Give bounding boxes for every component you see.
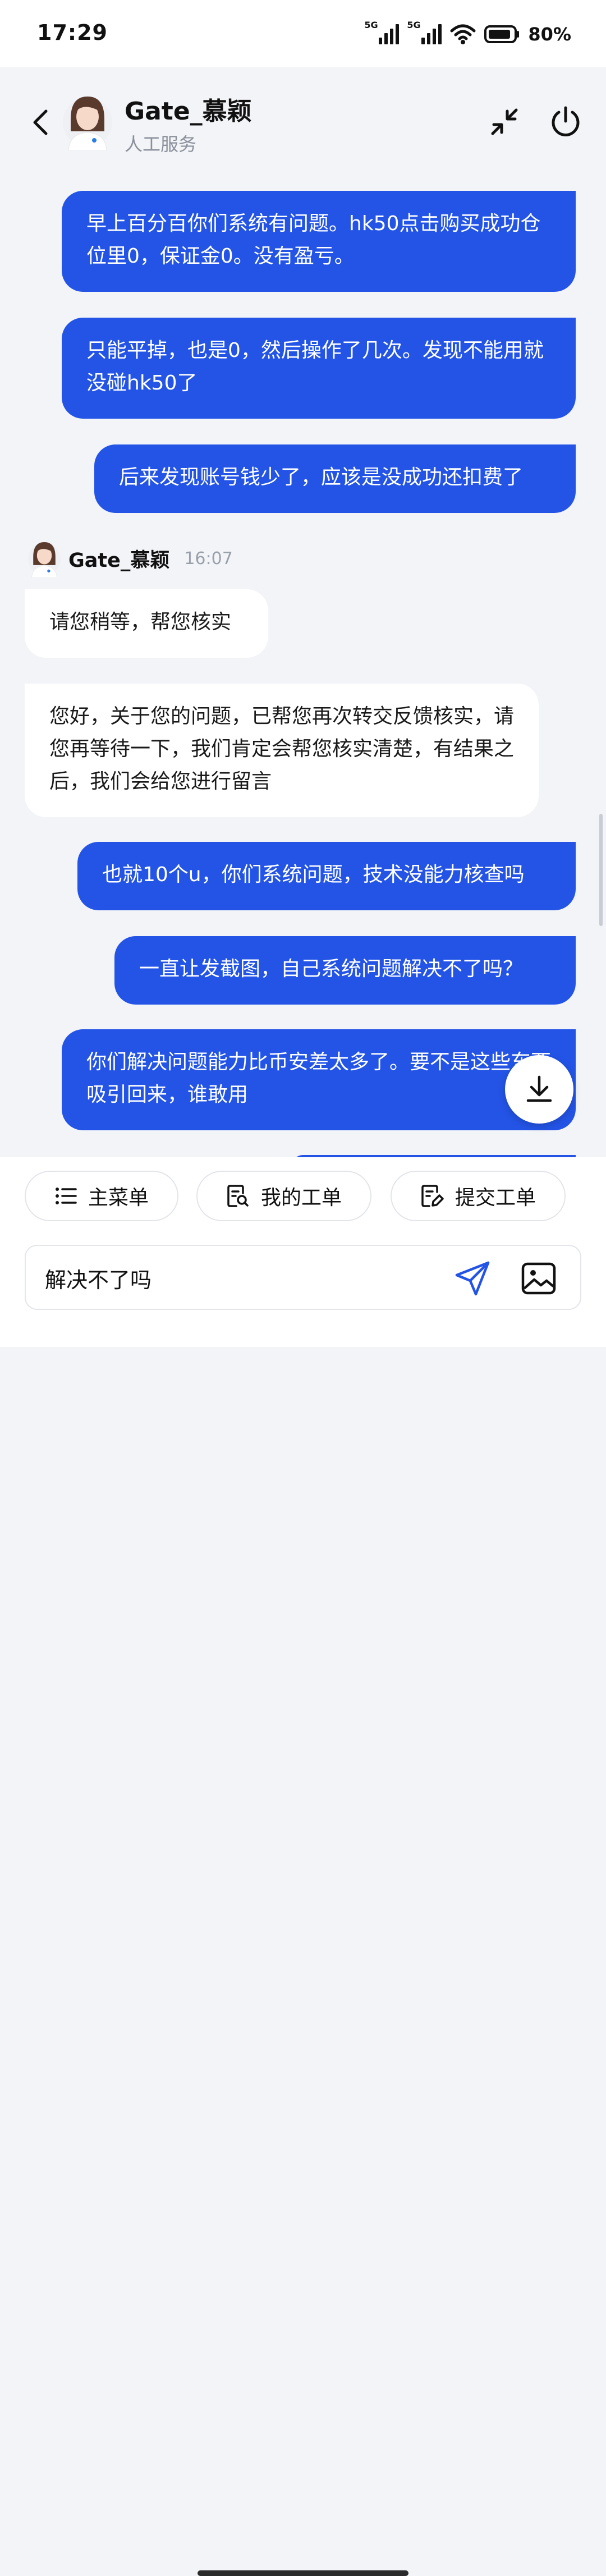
- chat-header: Gate_慕颖 人工服务: [0, 67, 606, 180]
- status-bar: 17:29 5G 5G 80%: [0, 0, 606, 67]
- my-tickets-label: 我的工单: [260, 1186, 342, 1209]
- message-composer: 解决不了吗: [0, 1241, 606, 2576]
- agent-message: 请您稍等，帮您核实: [25, 589, 268, 658]
- signal-label: 5G: [364, 20, 378, 30]
- list-icon: [55, 1188, 77, 1204]
- message-input[interactable]: 解决不了吗: [25, 1245, 581, 1310]
- user-message: 你们解决问题能力比币安差太多了。要不是这些东西吸引回来，谁敢用: [62, 1029, 576, 1130]
- back-arrow-icon[interactable]: [28, 106, 53, 139]
- avatar: [28, 542, 61, 578]
- signal-icon: 5G: [407, 20, 442, 47]
- quick-actions-bar: 主菜单 我的工单 提交工单: [0, 1157, 606, 1241]
- scrollbar[interactable]: [599, 814, 603, 926]
- user-message: 早上百分百你们系统有问题。hk50点击购买成功仓位里0，保证金0。没有盈亏。: [62, 191, 576, 292]
- minimize-icon[interactable]: [488, 106, 521, 138]
- agent-status: 人工服务: [125, 134, 197, 155]
- user-message: 也就10个u，你们系统问题，技术没能力核查吗: [77, 842, 576, 910]
- user-message: 一直让发截图，自己系统问题解决不了吗？: [114, 936, 576, 1005]
- chat-messages[interactable]: 早上百分百你们系统有问题。hk50点击购买成功仓位里0，保证金0。没有盈亏。 只…: [0, 180, 606, 1166]
- signal-label: 5G: [407, 20, 421, 30]
- agent-message-name: Gate_慕颖: [68, 549, 170, 572]
- scroll-to-bottom-button[interactable]: [505, 1055, 573, 1124]
- signal-icon: 5G: [364, 20, 400, 47]
- user-message: 只能平掉，也是0，然后操作了几次。发现不能用就没碰hk50了: [62, 318, 576, 419]
- battery-icon: [484, 25, 520, 43]
- send-icon[interactable]: [453, 1258, 493, 1298]
- status-icons: 5G 5G 80%: [364, 20, 571, 48]
- user-message: 后来发现账号钱少了，应该是没成功还扣费了: [94, 444, 576, 513]
- edit-ticket-icon: [421, 1185, 444, 1207]
- agent-message-header: Gate_慕颖 16:07: [28, 539, 233, 578]
- battery-percent: 80%: [528, 24, 571, 45]
- avatar: [63, 97, 112, 150]
- my-tickets-button[interactable]: 我的工单: [196, 1171, 371, 1221]
- agent-name: Gate_慕颖: [125, 97, 252, 126]
- ticket-search-icon: [227, 1185, 249, 1207]
- status-time: 17:29: [37, 20, 108, 45]
- download-arrow-icon: [526, 1075, 552, 1102]
- home-indicator[interactable]: [198, 2570, 408, 2576]
- submit-ticket-button[interactable]: 提交工单: [391, 1171, 566, 1221]
- image-icon[interactable]: [520, 1259, 558, 1298]
- power-icon[interactable]: [549, 104, 582, 138]
- message-input-value[interactable]: 解决不了吗: [45, 1263, 152, 1294]
- agent-message: 您好，关于您的问题，已帮您再次转交反馈核实，请您再等待一下，我们肯定会帮您核实清…: [25, 684, 539, 817]
- main-menu-button[interactable]: 主菜单: [25, 1171, 178, 1221]
- wifi-icon: [450, 24, 476, 44]
- submit-ticket-label: 提交工单: [454, 1186, 536, 1209]
- message-timestamp: 16:07: [184, 548, 233, 569]
- main-menu-label: 主菜单: [88, 1186, 149, 1209]
